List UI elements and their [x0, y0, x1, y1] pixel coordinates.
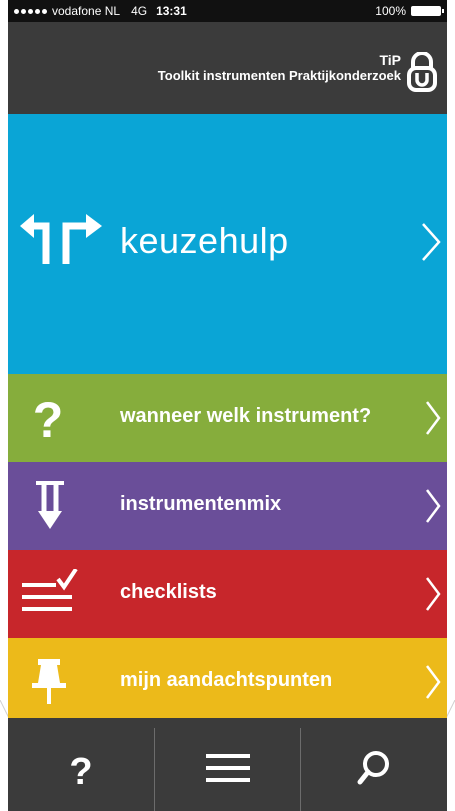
menu-item-label: keuzehulp	[120, 220, 289, 261]
menu-item-mijn-aandachtspunten[interactable]: mijn aandachtspunten	[8, 638, 447, 718]
carrier-name: vodafone NL	[52, 4, 121, 18]
chevron-right-icon	[426, 665, 441, 699]
menu-tab[interactable]	[153, 728, 301, 811]
pushpin-icon	[32, 659, 66, 704]
menu-item-label: instrumentenmix	[120, 493, 282, 515]
menu-item-label: mijn aandachtspunten	[120, 669, 333, 691]
menu-item-label: wanneer welk instrument?	[120, 405, 372, 427]
hamburger-menu-icon	[205, 754, 250, 782]
menu-item-wanneer-welk-instrument[interactable]: ? wanneer welk instrument?	[8, 374, 447, 462]
battery-icon	[411, 6, 444, 16]
help-tab[interactable]: ?	[8, 728, 154, 811]
question-mark-icon: ?	[33, 393, 64, 443]
menu-item-label: checklists	[120, 581, 217, 603]
menu-item-instrumentenmix[interactable]: instrumentenmix	[8, 462, 447, 550]
bottom-tab-bar: ?	[8, 728, 447, 811]
signal-strength-icon	[14, 8, 47, 14]
status-time: 13:31	[156, 4, 187, 18]
search-icon	[357, 751, 390, 785]
merge-arrows-down-icon	[36, 481, 64, 529]
menu-item-checklists[interactable]: checklists	[8, 550, 447, 638]
app-full-name: Toolkit instrumenten Praktijkonderzoek	[157, 68, 401, 83]
help-icon: ?	[69, 751, 92, 788]
svg-text:?: ?	[33, 393, 64, 443]
main-menu: keuzehulp ? wanneer welk instrument? ins…	[8, 114, 447, 718]
checklist-icon	[22, 569, 78, 611]
app-short-name: TiP	[379, 52, 401, 68]
app-header: TiP Toolkit instrumenten Praktijkonderzo…	[8, 22, 447, 114]
chevron-right-icon	[422, 223, 441, 261]
fork-arrows-icon	[20, 214, 102, 264]
app-screen: vodafone NL 4G 13:31 100% TiP Toolkit in…	[8, 0, 447, 811]
padlock-u-icon	[407, 52, 437, 92]
status-bar: vodafone NL 4G 13:31 100%	[8, 0, 447, 22]
chevron-right-icon	[426, 577, 441, 611]
network-type: 4G	[131, 4, 148, 18]
chevron-right-icon	[426, 489, 441, 523]
svg-text:?: ?	[69, 751, 92, 788]
chevron-right-icon	[426, 401, 441, 435]
menu-item-keuzehulp[interactable]: keuzehulp	[8, 114, 447, 374]
search-tab[interactable]	[300, 728, 447, 811]
battery-percent: 100%	[375, 4, 406, 18]
